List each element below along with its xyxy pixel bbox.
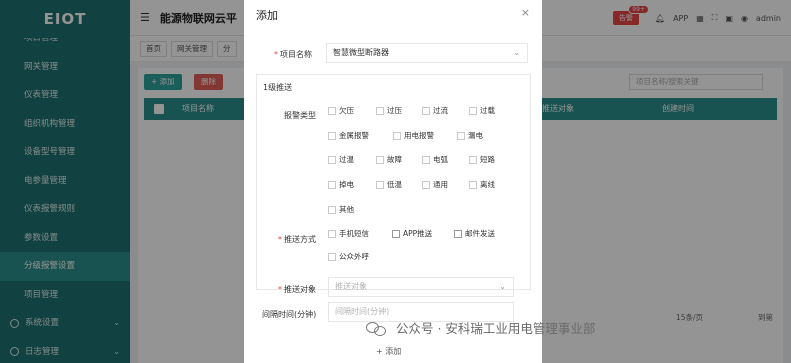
checkbox-app-push[interactable]: APP推送	[392, 228, 432, 239]
checkbox-sms[interactable]: 手机短信	[328, 228, 369, 239]
close-icon[interactable]: ×	[521, 6, 530, 19]
push-target-label: 推送对象	[278, 284, 316, 295]
alarm-type-label: 报警类型	[284, 111, 316, 120]
wechat-icon	[366, 320, 388, 336]
checkbox-metal-alarm[interactable]: 金属报警	[328, 130, 369, 141]
checkbox-power-loss[interactable]: 掉电	[328, 179, 354, 190]
checkbox-general[interactable]: 通用	[422, 179, 448, 190]
checkbox-short-circuit[interactable]: 短路	[469, 154, 495, 165]
checkbox-power-alarm[interactable]: 用电报警	[393, 130, 434, 141]
project-name-label: 项目名称	[274, 49, 312, 60]
checkbox-other[interactable]: 其他	[328, 204, 354, 215]
interval-label: 间隔时间(分钟)	[262, 310, 317, 319]
project-name-select[interactable]: 智慧微型断路器 ⌄	[326, 43, 528, 63]
push-method-label: 推送方式	[278, 234, 316, 245]
add-level-link[interactable]: + 添加	[376, 346, 401, 357]
watermark: 公众号 · 安科瑞工业用电管理事业部	[366, 318, 595, 337]
checkbox-fault[interactable]: 故障	[376, 154, 402, 165]
checkbox-overcurrent[interactable]: 过流	[422, 105, 448, 116]
chevron-down-icon: ⌄	[513, 48, 520, 57]
checkbox-arc[interactable]: 电弧	[422, 154, 448, 165]
checkbox-overvoltage[interactable]: 过压	[376, 105, 402, 116]
push-target-select[interactable]: 推送对象 ⌄	[328, 277, 514, 297]
checkbox-overload[interactable]: 过载	[469, 105, 495, 116]
checkbox-undervoltage[interactable]: 欠压	[328, 105, 354, 116]
level-title: 1级推送	[263, 83, 293, 92]
dialog-title: 添加	[256, 9, 278, 22]
checkbox-overtemp[interactable]: 过温	[328, 154, 354, 165]
checkbox-voice-call[interactable]: 公众外呼	[328, 251, 369, 262]
checkbox-offline[interactable]: 离线	[469, 179, 495, 190]
checkbox-email[interactable]: 邮件发送	[454, 228, 495, 239]
checkbox-low-temp[interactable]: 低温	[376, 179, 402, 190]
checkbox-leakage[interactable]: 漏电	[457, 130, 483, 141]
chevron-down-icon: ⌄	[499, 282, 506, 291]
add-dialog: 添加 × 项目名称 智慧微型断路器 ⌄ 1级推送 报警类型 欠压 过压 过流 过…	[244, 0, 542, 363]
